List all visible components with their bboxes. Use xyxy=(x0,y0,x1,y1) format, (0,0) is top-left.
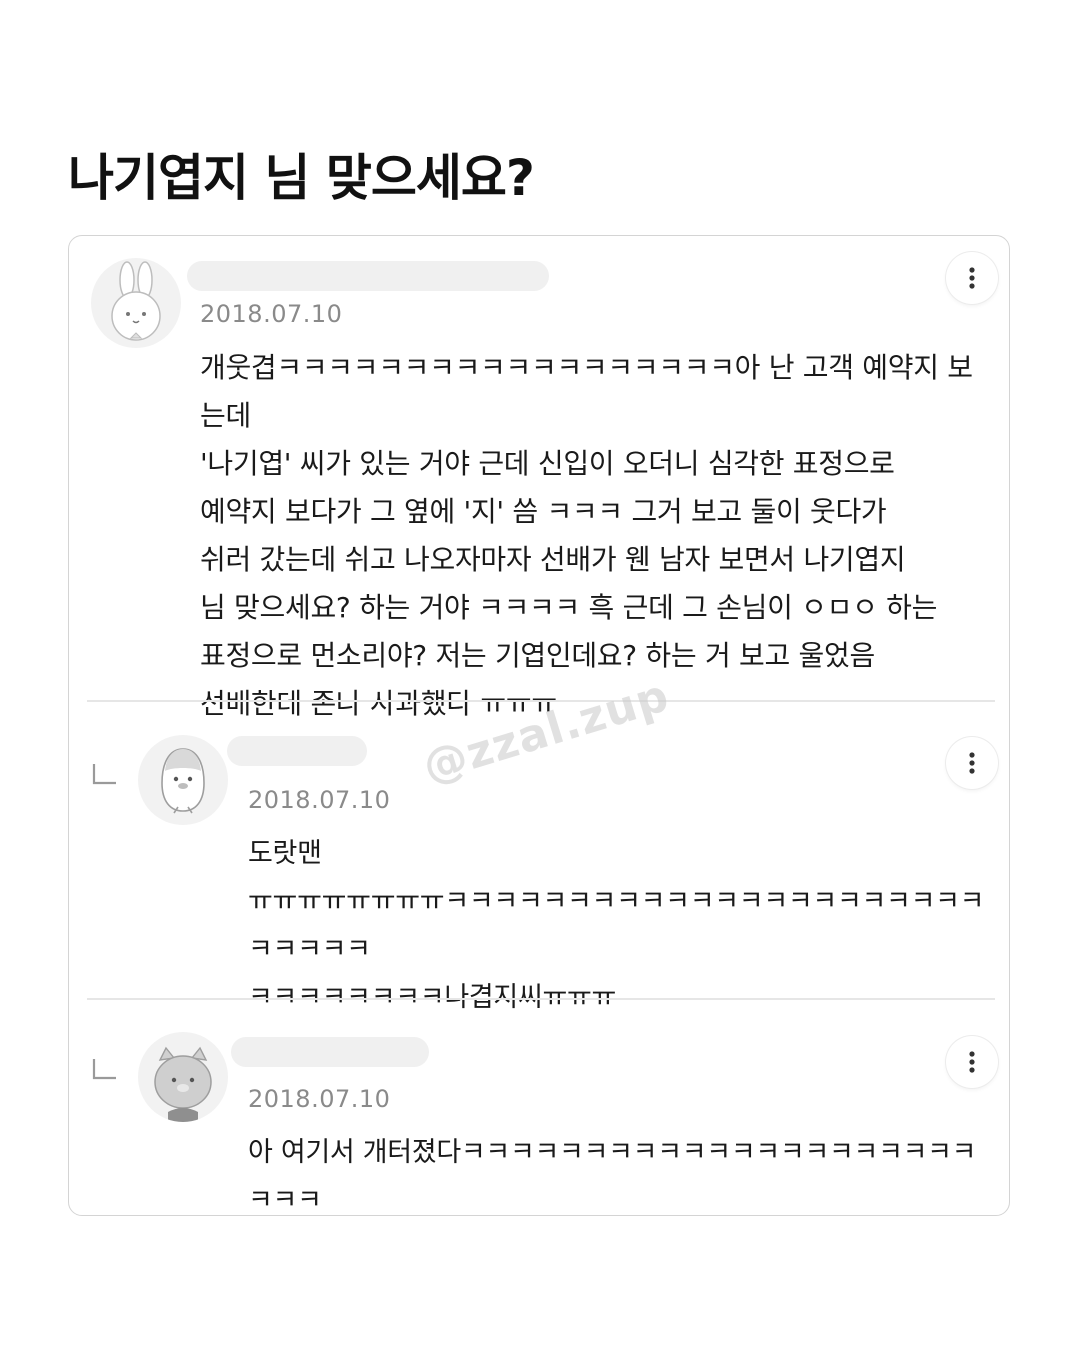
reply-arrow-icon xyxy=(92,1059,116,1080)
more-options-button[interactable] xyxy=(946,737,998,789)
username-blurred[interactable] xyxy=(187,261,549,291)
reply-arrow-icon xyxy=(92,764,116,785)
comment-text: 개웃겹ㅋㅋㅋㅋㅋㅋㅋㅋㅋㅋㅋㅋㅋㅋㅋㅋㅋㅋ아 난 고객 예약지 보는데 '나기엽… xyxy=(200,351,973,720)
comment-text: 도랏맨 ㅠㅠㅠㅠㅠㅠㅠㅠㅋㅋㅋㅋㅋㅋㅋㅋㅋㅋㅋㅋㅋㅋㅋㅋㅋㅋㅋㅋㅋㅋㅋㅋㅋㅋㅋ … xyxy=(248,838,985,1013)
more-options-button[interactable] xyxy=(946,1036,998,1088)
penguin-avatar-icon[interactable] xyxy=(138,735,228,825)
bear-avatar-icon[interactable] xyxy=(138,1032,228,1122)
comment-text: 아 여기서 개터졌다ㅋㅋㅋㅋㅋㅋㅋㅋㅋㅋㅋㅋㅋㅋㅋㅋㅋㅋㅋㅋㅋㅋㅋㅋ xyxy=(248,1137,977,1216)
comment-card: 2018.07.10 개웃겹ㅋㅋㅋㅋㅋㅋㅋㅋㅋㅋㅋㅋㅋㅋㅋㅋㅋㅋ아 난 고객 예… xyxy=(68,235,1010,1216)
username-blurred[interactable] xyxy=(227,736,367,766)
comment-date: 2018.07.10 xyxy=(248,1085,391,1113)
page: 나기엽지 님 맞으세요? 2018.07.10 개웃겹ㅋㅋㅋㅋㅋㅋㅋㅋㅋㅋㅋㅋㅋ… xyxy=(0,0,1080,1350)
comment-date: 2018.07.10 xyxy=(248,786,391,814)
more-options-button[interactable] xyxy=(946,252,998,304)
divider xyxy=(87,700,995,702)
more-vertical-icon xyxy=(969,752,975,774)
rabbit-avatar-icon[interactable] xyxy=(91,258,181,348)
username-blurred[interactable] xyxy=(231,1037,429,1067)
comment-date: 2018.07.10 xyxy=(200,300,343,328)
page-title: 나기엽지 님 맞으세요? xyxy=(68,149,535,207)
more-vertical-icon xyxy=(969,1051,975,1073)
divider xyxy=(87,998,995,1000)
more-vertical-icon xyxy=(969,267,975,289)
